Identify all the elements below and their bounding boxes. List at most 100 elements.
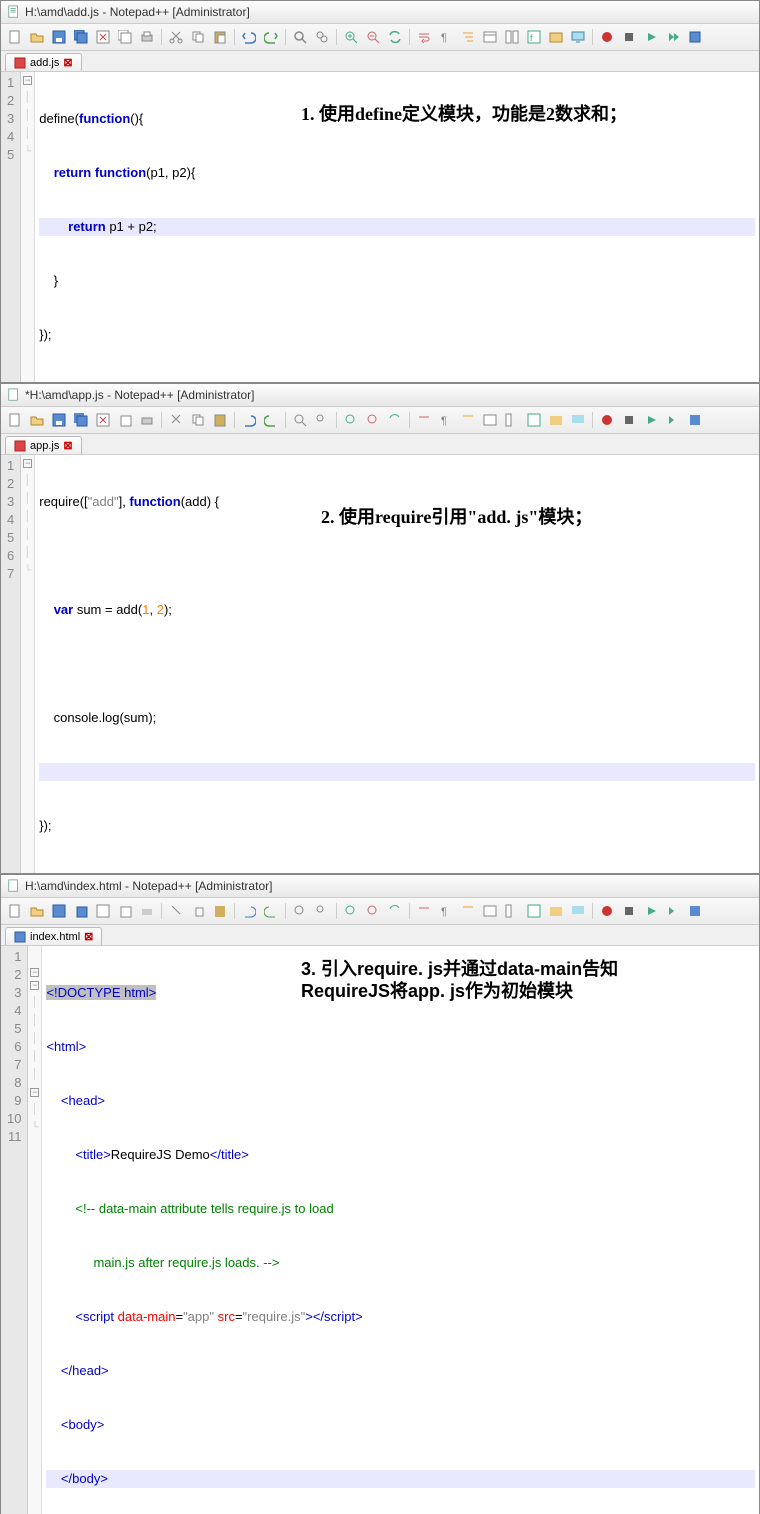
folder-button[interactable] (546, 901, 566, 921)
find-button[interactable] (290, 27, 310, 47)
folder-button[interactable] (546, 27, 566, 47)
folder-button[interactable] (546, 410, 566, 430)
func-list-button[interactable] (524, 901, 544, 921)
paste-button[interactable] (210, 901, 230, 921)
show-all-button[interactable]: ¶ (436, 410, 456, 430)
redo-button[interactable] (261, 27, 281, 47)
redo-button[interactable] (261, 410, 281, 430)
close-all-button[interactable] (115, 27, 135, 47)
sync-button[interactable] (385, 410, 405, 430)
code-area[interactable]: <!DOCTYPE html> <html> <head> <title>Req… (42, 946, 759, 1514)
code-editor-2[interactable]: 1234567 −│││││└ require(["add"], functio… (1, 455, 759, 873)
lang-button[interactable] (480, 901, 500, 921)
redo-button[interactable] (261, 901, 281, 921)
doc-map-button[interactable] (502, 27, 522, 47)
undo-button[interactable] (239, 410, 259, 430)
monitor-button[interactable] (568, 410, 588, 430)
macro-multi-button[interactable] (663, 27, 683, 47)
code-editor-3[interactable]: 1234567891011 −−│││││−│└ <!DOCTYPE html>… (1, 946, 759, 1514)
macro-rec-button[interactable] (597, 27, 617, 47)
undo-button[interactable] (239, 901, 259, 921)
macro-save-button[interactable] (685, 410, 705, 430)
undo-button[interactable] (239, 27, 259, 47)
close-button[interactable] (93, 410, 113, 430)
close-all-button[interactable] (115, 901, 135, 921)
close-tab-icon[interactable]: ⊠ (63, 56, 72, 69)
indent-guide-button[interactable] (458, 27, 478, 47)
zoom-out-button[interactable] (363, 410, 383, 430)
save-all-button[interactable] (71, 901, 91, 921)
close-tab-icon[interactable]: ⊠ (63, 439, 72, 452)
copy-button[interactable] (188, 410, 208, 430)
print-button[interactable] (137, 27, 157, 47)
save-button[interactable] (49, 901, 69, 921)
find-button[interactable] (290, 901, 310, 921)
lang-button[interactable] (480, 410, 500, 430)
zoom-out-button[interactable] (363, 27, 383, 47)
indent-guide-button[interactable] (458, 410, 478, 430)
file-tab-3[interactable]: index.html ⊠ (5, 927, 102, 945)
wordwrap-button[interactable] (414, 27, 434, 47)
cut-button[interactable] (166, 901, 186, 921)
replace-button[interactable] (312, 410, 332, 430)
macro-rec-button[interactable] (597, 410, 617, 430)
new-file-button[interactable] (5, 901, 25, 921)
find-button[interactable] (290, 410, 310, 430)
open-file-button[interactable] (27, 27, 47, 47)
file-tab-2[interactable]: app.js ⊠ (5, 436, 82, 454)
macro-play-button[interactable] (641, 27, 661, 47)
func-list-button[interactable]: f (524, 27, 544, 47)
close-all-button[interactable] (115, 410, 135, 430)
func-list-button[interactable] (524, 410, 544, 430)
macro-multi-button[interactable] (663, 410, 683, 430)
sync-button[interactable] (385, 901, 405, 921)
macro-save-button[interactable] (685, 27, 705, 47)
cut-button[interactable] (166, 27, 186, 47)
save-button[interactable] (49, 410, 69, 430)
new-file-button[interactable] (5, 27, 25, 47)
save-button[interactable] (49, 27, 69, 47)
close-button[interactable] (93, 901, 113, 921)
open-file-button[interactable] (27, 901, 47, 921)
fold-column[interactable]: −│││└ (21, 72, 35, 382)
macro-stop-button[interactable] (619, 27, 639, 47)
copy-button[interactable] (188, 901, 208, 921)
macro-stop-button[interactable] (619, 901, 639, 921)
copy-button[interactable] (188, 27, 208, 47)
zoom-in-button[interactable] (341, 27, 361, 47)
doc-map-button[interactable] (502, 410, 522, 430)
file-tab-1[interactable]: add.js ⊠ (5, 53, 82, 71)
close-button[interactable] (93, 27, 113, 47)
save-all-button[interactable] (71, 410, 91, 430)
lang-button[interactable] (480, 27, 500, 47)
new-file-button[interactable] (5, 410, 25, 430)
paste-button[interactable] (210, 27, 230, 47)
zoom-in-button[interactable] (341, 901, 361, 921)
close-tab-icon[interactable]: ⊠ (84, 930, 93, 943)
fold-column[interactable]: −−│││││−│└ (28, 946, 42, 1514)
doc-map-button[interactable] (502, 901, 522, 921)
macro-multi-button[interactable] (663, 901, 683, 921)
wordwrap-button[interactable] (414, 901, 434, 921)
save-all-button[interactable] (71, 27, 91, 47)
zoom-in-button[interactable] (341, 410, 361, 430)
wordwrap-button[interactable] (414, 410, 434, 430)
macro-save-button[interactable] (685, 901, 705, 921)
indent-guide-button[interactable] (458, 901, 478, 921)
show-all-button[interactable]: ¶ (436, 27, 456, 47)
cut-button[interactable] (166, 410, 186, 430)
monitor-button[interactable] (568, 901, 588, 921)
paste-button[interactable] (210, 410, 230, 430)
code-editor-1[interactable]: 12345 −│││└ define(function(){ return fu… (1, 72, 759, 382)
open-file-button[interactable] (27, 410, 47, 430)
replace-button[interactable] (312, 27, 332, 47)
macro-play-button[interactable] (641, 410, 661, 430)
replace-button[interactable] (312, 901, 332, 921)
print-button[interactable] (137, 901, 157, 921)
macro-stop-button[interactable] (619, 410, 639, 430)
zoom-out-button[interactable] (363, 901, 383, 921)
show-all-button[interactable]: ¶ (436, 901, 456, 921)
fold-column[interactable]: −│││││└ (21, 455, 35, 873)
sync-button[interactable] (385, 27, 405, 47)
macro-play-button[interactable] (641, 901, 661, 921)
